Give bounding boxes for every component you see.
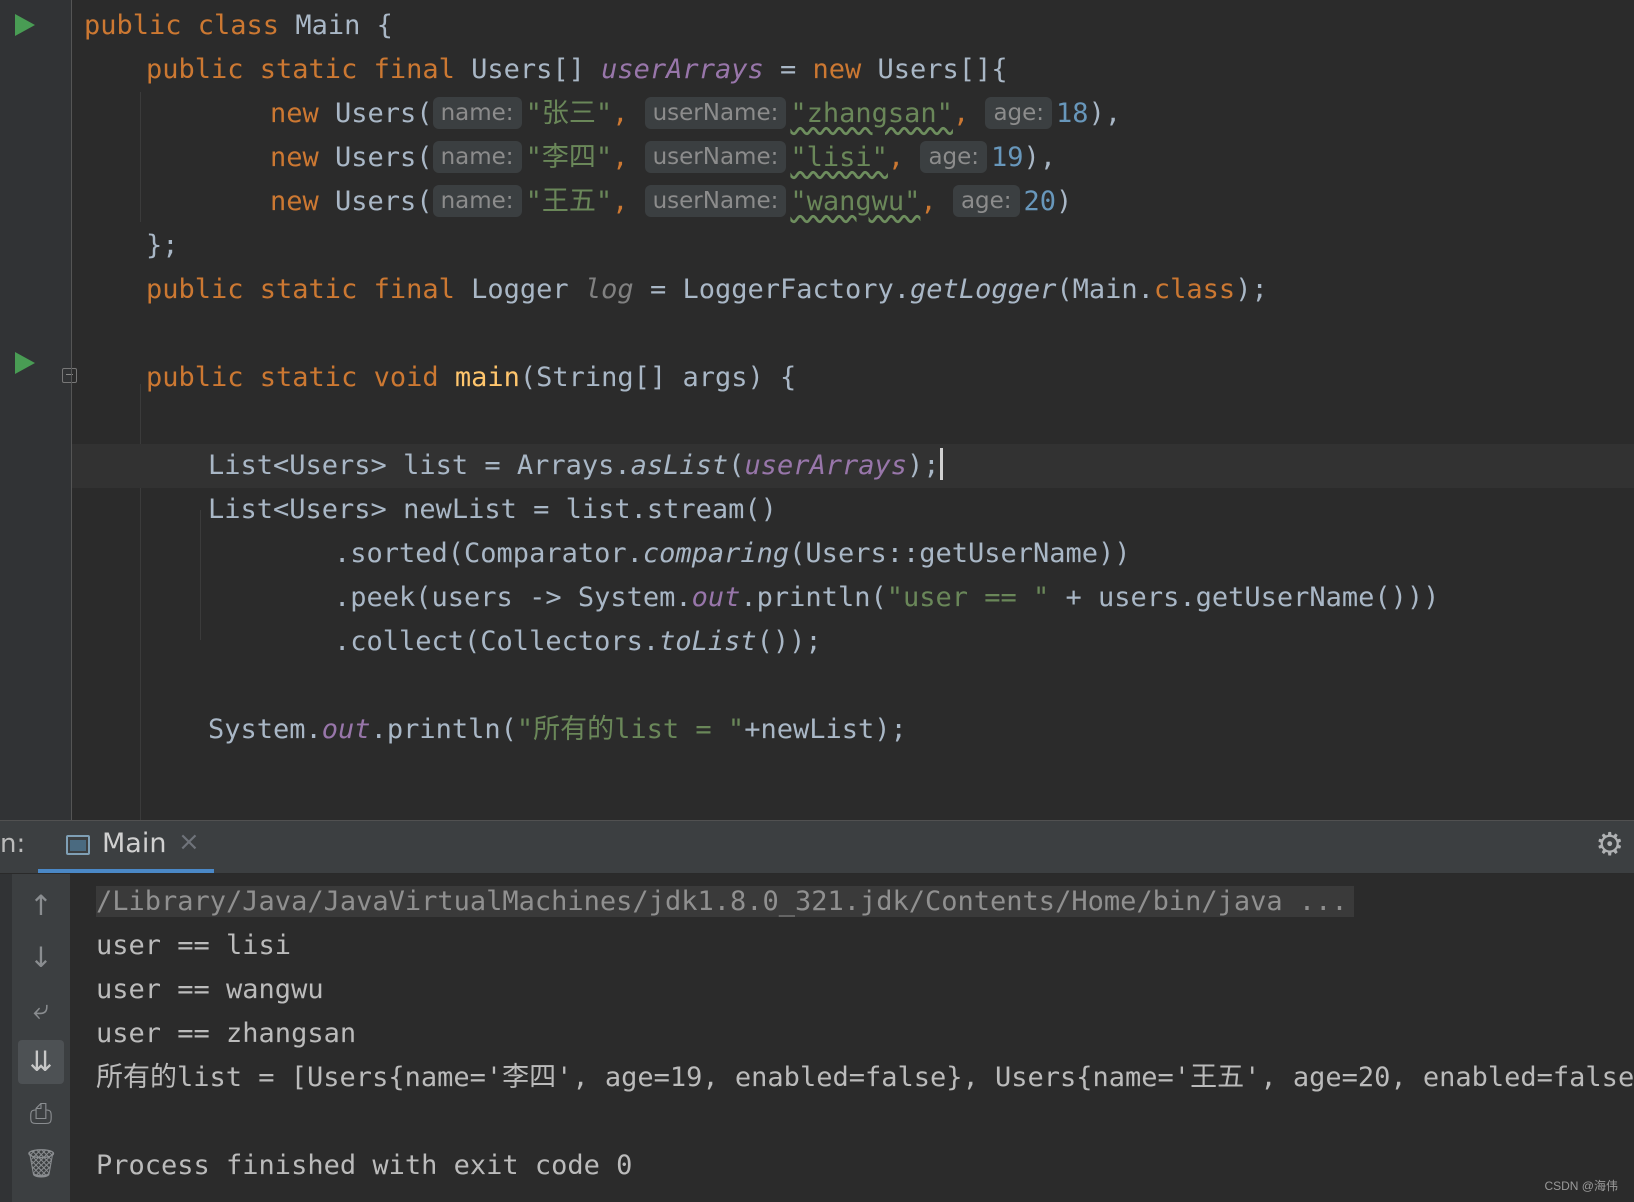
indent-guide [200, 510, 201, 640]
run-tool-window-header: n: Main × ⚙ [0, 820, 1634, 874]
code-line[interactable]: System.out.println("所有的list = "+newList)… [208, 710, 907, 750]
down-arrow-icon[interactable]: ↓ [18, 936, 64, 980]
console-line: 所有的list = [Users{name='李四', age=19, enab… [96, 1062, 1634, 1093]
code-line[interactable]: public class Main { [84, 6, 393, 46]
param-hint: name: [432, 185, 522, 217]
gutter-divider [71, 0, 72, 820]
tab-main[interactable]: Main × [38, 821, 214, 873]
param-hint: userName: [644, 97, 787, 129]
soft-wrap-icon[interactable]: ⤶ [18, 988, 64, 1032]
code-line[interactable]: List<Users> newList = list.stream() [208, 490, 777, 530]
gear-icon[interactable]: ⚙ [1595, 825, 1624, 863]
code-line[interactable]: .sorted(Comparator.comparing(Users::getU… [334, 534, 1131, 574]
console-line: user == wangwu [96, 974, 324, 1005]
code-line[interactable]: public static final Users[] userArrays =… [146, 50, 1008, 90]
param-hint: age: [952, 185, 1020, 217]
param-hint: age: [920, 141, 988, 173]
param-hint: name: [432, 141, 522, 173]
code-line[interactable]: new Users(name: "张三", userName: "zhangsan"… [270, 94, 1121, 134]
scroll-to-end-icon[interactable]: ⇊ [18, 1040, 64, 1084]
code-line-current[interactable]: List<Users> list = Arrays.asList(userArr… [208, 446, 943, 486]
editor-gutter [0, 0, 77, 820]
console-line: user == lisi [96, 930, 292, 961]
code-line[interactable]: public static final Logger log = LoggerF… [146, 270, 1268, 310]
console-toolbar: ↑ ↓ ⤶ ⇊ ⎙ 🗑 [12, 874, 70, 1202]
console-output[interactable]: /Library/Java/JavaVirtualMachines/jdk1.8… [70, 874, 1634, 1202]
param-hint: name: [432, 97, 522, 129]
param-hint: age: [985, 97, 1053, 129]
tab-label: Main [102, 828, 167, 859]
left-edge [0, 874, 12, 1202]
code-line[interactable]: .collect(Collectors.toList()); [334, 622, 822, 662]
watermark: CSDN @海伟 [1544, 1179, 1618, 1193]
console-command-line[interactable]: /Library/Java/JavaVirtualMachines/jdk1.8… [96, 886, 1354, 917]
console-line: user == zhangsan [96, 1018, 357, 1049]
indent-guide [140, 92, 141, 222]
close-icon[interactable]: × [178, 827, 200, 857]
console-exit-line: Process finished with exit code 0 [96, 1150, 633, 1181]
param-hint: userName: [644, 185, 787, 217]
param-hint: userName: [644, 141, 787, 173]
code-line[interactable]: public static void main(String[] args) { [146, 358, 796, 398]
trash-icon[interactable]: 🗑 [18, 1142, 64, 1186]
console-window-icon [66, 835, 90, 855]
print-icon[interactable]: ⎙ [18, 1092, 64, 1136]
run-main-icon[interactable] [15, 352, 35, 374]
code-line[interactable]: new Users(name: "王五", userName: "wangwu", … [270, 182, 1072, 222]
code-editor[interactable]: public class Main { public static final … [0, 0, 1634, 820]
run-class-icon[interactable] [15, 14, 35, 36]
fold-marker-icon[interactable] [62, 368, 77, 383]
code-line[interactable]: .peek(users -> System.out.println("user … [334, 578, 1439, 618]
up-arrow-icon[interactable]: ↑ [18, 884, 64, 928]
text-caret [939, 448, 943, 480]
code-line[interactable]: }; [146, 226, 179, 266]
run-window-title: n: [0, 829, 26, 859]
code-line[interactable]: new Users(name: "李四", userName: "lisi", ag… [270, 138, 1056, 178]
